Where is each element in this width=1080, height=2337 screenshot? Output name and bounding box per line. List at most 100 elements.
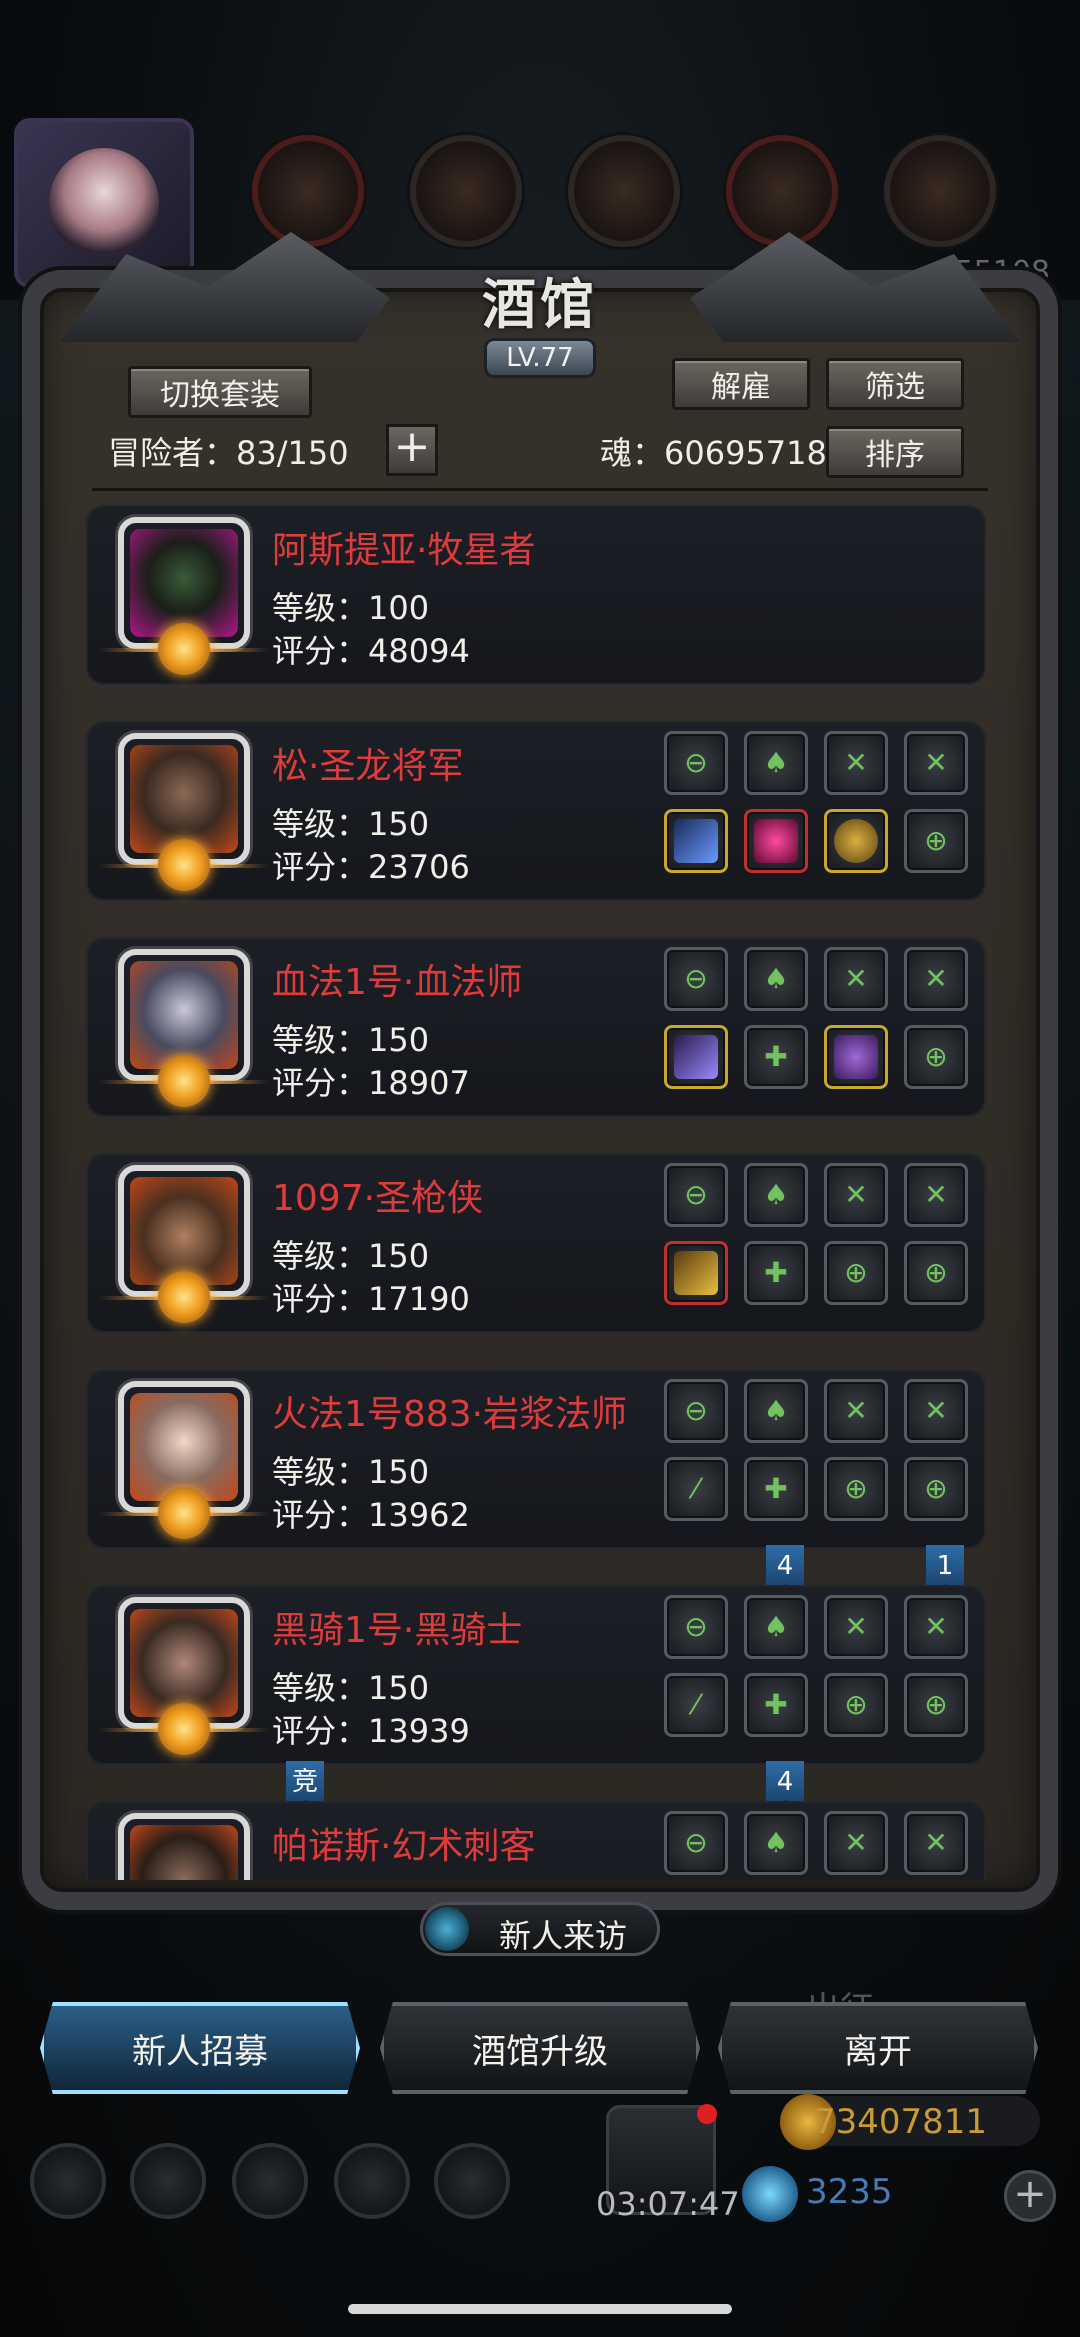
hero-level: 等级：150 (272, 805, 430, 843)
empty-slot-icon[interactable]: ⊕ (824, 1241, 888, 1305)
empty-slot-icon[interactable]: ⊕ (824, 1673, 888, 1737)
amulet-slot-icon[interactable]: ♠ (744, 947, 808, 1011)
settings-icon[interactable] (30, 2143, 106, 2219)
armor-slot-icon[interactable]: ✚ (744, 1457, 808, 1521)
empty-slot-icon[interactable]: ⊕ (904, 809, 968, 873)
gem-slot-icon[interactable]: ✕ (904, 947, 968, 1011)
hero-score: 评分：23706 (272, 848, 470, 886)
gun-item-icon[interactable] (664, 1241, 728, 1305)
equip-slot-2[interactable] (410, 135, 522, 247)
star-rank-icon (158, 623, 210, 675)
hero-score: 评分：13962 (272, 1496, 470, 1534)
sort-button[interactable]: 排序 (826, 426, 964, 478)
hero-card[interactable]: 1097·圣枪侠 等级：150 评分：17190 ⊖ ♠ ✕ ✕ ✚ ⊕ ⊕ (86, 1153, 986, 1333)
leave-button[interactable]: 离开 (718, 2002, 1038, 2094)
star-icon[interactable] (130, 2143, 206, 2219)
recruit-button[interactable]: 新人招募 (40, 2002, 360, 2094)
hero-name: 松·圣龙将军 (272, 746, 464, 787)
hero-name: 阿斯提亚·牧星者 (272, 530, 536, 571)
hero-level: 等级：150 (272, 1021, 430, 1059)
armor-slot-icon[interactable]: ✚ (744, 1025, 808, 1089)
gem-slot-icon[interactable]: ✕ (904, 1811, 968, 1875)
hero-score: 评分：48094 (272, 632, 470, 670)
mail-icon[interactable] (334, 2143, 410, 2219)
equip-slot-3[interactable] (568, 135, 680, 247)
weapon-slot-icon[interactable]: ⁄ (664, 1673, 728, 1737)
hero-name: 1097·圣枪侠 (272, 1178, 484, 1219)
empty-slot-icon[interactable]: ⊕ (904, 1025, 968, 1089)
empty-slot-icon[interactable]: ⊕ (904, 1241, 968, 1305)
hero-card[interactable]: 血法1号·血法师 等级：150 评分：18907 ⊖ ♠ ✕ ✕ ✚ ⊕ (86, 937, 986, 1117)
hero-list[interactable]: 阿斯提亚·牧星者 等级：100 评分：48094 松·圣龙将军 等级：150 评… (86, 505, 986, 1880)
equip-slot-1[interactable] (252, 135, 364, 247)
hero-level: 等级：150 (272, 1237, 430, 1275)
ring-slot-icon[interactable]: ⊖ (664, 947, 728, 1011)
empty-slot-icon[interactable]: ⊕ (904, 1457, 968, 1521)
hero-card[interactable]: 阿斯提亚·牧星者 等级：100 评分：48094 (86, 505, 986, 685)
ring-slot-icon[interactable]: ⊖ (664, 1379, 728, 1443)
hero-portrait (118, 1813, 250, 1880)
gem-slot-icon[interactable]: ✕ (824, 1811, 888, 1875)
hero-name: 血法1号·血法师 (272, 962, 523, 1003)
weapon-slot-icon[interactable]: ⁄ (664, 1457, 728, 1521)
offhand-item-icon[interactable] (824, 809, 888, 873)
amulet-slot-icon[interactable]: ♠ (744, 1379, 808, 1443)
empty-slot-icon[interactable]: ⊕ (904, 1673, 968, 1737)
visitor-icon (425, 1907, 469, 1951)
notification-dot (697, 2104, 717, 2124)
dismiss-button[interactable]: 解雇 (672, 358, 810, 410)
gem-slot-icon[interactable]: ✕ (904, 1595, 968, 1659)
ring-slot-icon[interactable]: ⊖ (664, 1811, 728, 1875)
title-plate: 酒馆 (440, 260, 640, 340)
gem-slot-icon[interactable]: ✕ (904, 1163, 968, 1227)
amulet-slot-icon[interactable]: ♠ (744, 1595, 808, 1659)
mask-item-icon[interactable] (824, 1025, 888, 1089)
home-indicator[interactable] (348, 2304, 732, 2314)
staff-item-icon[interactable] (664, 1025, 728, 1089)
ring-slot-icon[interactable]: ⊖ (664, 1595, 728, 1659)
gem-slot-icon[interactable]: ✕ (824, 1163, 888, 1227)
armor-slot-icon[interactable]: ✚ (744, 1673, 808, 1737)
gem-slot-icon[interactable]: ✕ (824, 947, 888, 1011)
upgrade-tavern-button[interactable]: 酒馆升级 (380, 2002, 700, 2094)
shield-icon[interactable] (434, 2143, 510, 2219)
hero-card[interactable]: 火法1号883·岩浆法师 等级：150 评分：13962 ⊖ ♠ ✕ ✕ ⁄ ✚… (86, 1369, 986, 1549)
amulet-slot-icon[interactable]: ♠ (744, 731, 808, 795)
hero-level: 等级：100 (272, 589, 430, 627)
amulet-slot-icon[interactable]: ♠ (744, 1811, 808, 1875)
star-rank-icon (158, 1487, 210, 1539)
hero-card[interactable]: 黑骑1号·黑骑士 等级：150 评分：13939 ⊖ ♠ ✕ ✕ ⁄ ✚ ⊕ ⊕ (86, 1585, 986, 1765)
ring-slot-icon[interactable]: ⊖ (664, 1163, 728, 1227)
tavern-level-badge: LV.77 (484, 338, 596, 378)
armor-item-icon[interactable] (744, 809, 808, 873)
hero-card[interactable]: 帕诺斯·幻术刺客 ⊖ ♠ ✕ ✕ (86, 1801, 986, 1880)
star-rank-icon (158, 1703, 210, 1755)
gem-slot-icon[interactable]: ✕ (824, 731, 888, 795)
guild-icon[interactable] (232, 2143, 308, 2219)
weapon-item-icon[interactable] (664, 809, 728, 873)
gem-slot-icon[interactable]: ✕ (904, 731, 968, 795)
star-rank-icon (158, 839, 210, 891)
hero-card[interactable]: 松·圣龙将军 等级：150 评分：23706 ⊖ ♠ ✕ ✕ ⊕ (86, 721, 986, 901)
expand-capacity-button[interactable]: + (386, 424, 438, 476)
new-visitor-button[interactable]: 新人来访 (420, 1902, 660, 1956)
add-currency-button[interactable]: + (1004, 2170, 1056, 2222)
armor-slot-icon[interactable]: ✚ (744, 1241, 808, 1305)
amulet-slot-icon[interactable]: ♠ (744, 1163, 808, 1227)
equip-slot-5[interactable] (884, 135, 996, 247)
switch-outfit-button[interactable]: 切换套装 (128, 366, 312, 418)
filter-button[interactable]: 筛选 (826, 358, 964, 410)
ring-slot-icon[interactable]: ⊖ (664, 731, 728, 795)
equip-slot-4[interactable] (726, 135, 838, 247)
gem-icon (742, 2166, 798, 2222)
adventurer-count: 冒险者：83/150 (108, 434, 349, 472)
hero-score: 评分：13939 (272, 1712, 470, 1750)
empty-slot-icon[interactable]: ⊕ (824, 1457, 888, 1521)
gem-slot-icon[interactable]: ✕ (824, 1379, 888, 1443)
soul-count: 魂：60695718 (600, 434, 827, 472)
gem-slot-icon[interactable]: ✕ (904, 1379, 968, 1443)
hero-score: 评分：18907 (272, 1064, 470, 1102)
player-avatar[interactable] (14, 118, 194, 288)
gem-slot-icon[interactable]: ✕ (824, 1595, 888, 1659)
hero-name: 帕诺斯·幻术刺客 (272, 1826, 536, 1867)
